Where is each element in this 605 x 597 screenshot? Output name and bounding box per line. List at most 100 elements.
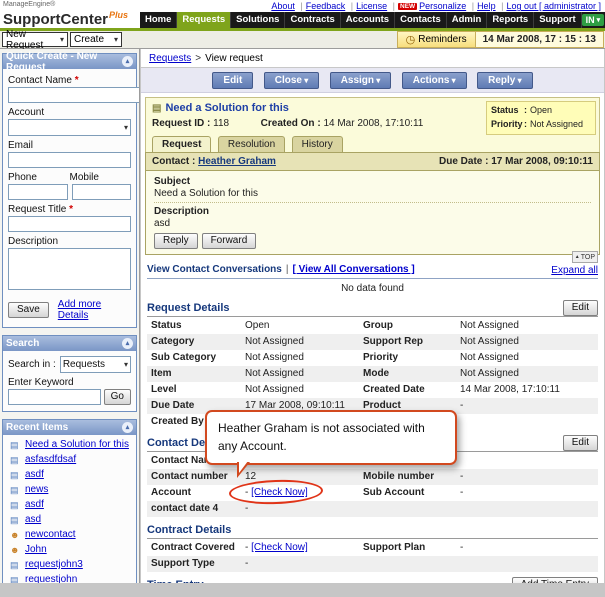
detail-value bbox=[456, 556, 598, 572]
nav-tab-support[interactable]: Support bbox=[534, 12, 582, 28]
recent-item-link[interactable]: asdf bbox=[25, 499, 44, 510]
detail-value: Not Assigned bbox=[245, 336, 304, 347]
mobile-input[interactable] bbox=[71, 184, 131, 200]
tab-resolution[interactable]: Resolution bbox=[217, 136, 286, 152]
nav-tab-requests[interactable]: Requests bbox=[177, 12, 232, 28]
dropdown-arrow-icon bbox=[60, 34, 64, 45]
search-panel: Search Search in : Requests Enter Keywor… bbox=[2, 335, 137, 412]
detail-label: Mode bbox=[363, 368, 390, 379]
account-value-cell: - [Check Now] bbox=[228, 478, 359, 506]
logo-plus-suffix: Plus bbox=[109, 10, 129, 20]
phone-input[interactable] bbox=[8, 184, 68, 200]
recent-item-link[interactable]: Need a Solution for this bbox=[25, 439, 129, 450]
detail-value: Not Assigned bbox=[460, 320, 519, 331]
recent-item-link[interactable]: John bbox=[25, 544, 47, 555]
panel-collapse-icon[interactable] bbox=[122, 422, 133, 433]
recent-items-panel: Recent Items Need a Solution for this as… bbox=[2, 419, 137, 583]
recent-item-link[interactable]: asfasdfdsaf bbox=[25, 454, 76, 465]
dropdown-arrow-icon bbox=[114, 34, 118, 45]
detail-label: contact date 4 bbox=[151, 503, 219, 514]
contract-check-now-link[interactable]: [Check Now] bbox=[251, 542, 308, 553]
reminders-button[interactable]: Reminders bbox=[396, 31, 476, 48]
panel-collapse-icon[interactable] bbox=[122, 338, 133, 349]
breadcrumb: Requests > View request bbox=[141, 49, 604, 68]
nav-tab-admin[interactable]: Admin bbox=[447, 12, 488, 28]
add-time-entry-button[interactable]: Add Time Entry bbox=[511, 577, 598, 583]
detail-label: Support Type bbox=[151, 558, 215, 569]
country-badge[interactable]: IN bbox=[581, 14, 605, 26]
back-to-top-button[interactable]: TOP bbox=[571, 251, 598, 263]
about-link[interactable]: About bbox=[271, 1, 295, 11]
save-button[interactable]: Save bbox=[8, 302, 49, 318]
detail-value: 14 Mar 2008, 17:10:11 bbox=[460, 384, 560, 395]
add-more-details-link[interactable]: Add more Details bbox=[58, 299, 131, 321]
view-all-conversations-link[interactable]: [ View All Conversations ] bbox=[292, 264, 414, 275]
logout-link[interactable]: Log out [ administrator ] bbox=[506, 1, 601, 11]
conversation-body: Subject Need a Solution for this Descrip… bbox=[145, 171, 600, 255]
quick-create-panel: Quick Create - New Request Contact Name … bbox=[2, 51, 139, 328]
nav-tab-home[interactable]: Home bbox=[140, 12, 178, 28]
assign-button[interactable]: Assign bbox=[329, 72, 392, 89]
nav-tab-solutions[interactable]: Solutions bbox=[231, 12, 286, 28]
recent-item-link[interactable]: news bbox=[25, 484, 48, 495]
due-date-label: Due Date : bbox=[439, 156, 489, 167]
search-in-select[interactable]: Requests bbox=[59, 356, 131, 373]
nav-tab-accounts[interactable]: Accounts bbox=[341, 12, 396, 28]
tab-request[interactable]: Request bbox=[152, 136, 212, 152]
dropdown-arrow-icon bbox=[124, 359, 128, 370]
contact-details-edit-button[interactable]: Edit bbox=[562, 435, 598, 451]
reply-button[interactable]: Reply bbox=[477, 72, 533, 89]
nav-tab-reports[interactable]: Reports bbox=[487, 12, 535, 28]
personalize-link[interactable]: Personalize bbox=[419, 1, 466, 11]
edit-button[interactable]: Edit bbox=[212, 72, 254, 89]
table-row: Contract Covered - [Check Now] Support P… bbox=[147, 540, 598, 556]
actions-button[interactable]: Actions bbox=[401, 72, 467, 89]
request-title-icon bbox=[152, 102, 161, 114]
recent-item-link[interactable]: newcontact bbox=[25, 529, 76, 540]
top-link-item: Feedback bbox=[297, 1, 345, 11]
recent-item-link[interactable]: asdf bbox=[25, 469, 44, 480]
view-conversations-heading: View Contact Conversations bbox=[147, 264, 282, 275]
new-request-dropdown[interactable]: New Request bbox=[2, 29, 68, 51]
conversations-bar: View Contact Conversations |[ View All Co… bbox=[147, 251, 598, 279]
expand-all-link[interactable]: Expand all bbox=[551, 265, 598, 276]
contact-name-input[interactable] bbox=[8, 87, 139, 103]
nav-tab-contracts[interactable]: Contracts bbox=[285, 12, 341, 28]
close-button[interactable]: Close bbox=[263, 72, 320, 89]
request-details-edit-button[interactable]: Edit bbox=[562, 300, 598, 316]
contract-details-title: Contract Details bbox=[147, 524, 598, 539]
recent-item-link[interactable]: requestjohn3 bbox=[25, 559, 83, 570]
detail-value: - bbox=[460, 542, 464, 553]
description-textarea[interactable] bbox=[8, 248, 131, 290]
breadcrumb-requests-link[interactable]: Requests bbox=[149, 53, 191, 64]
help-link[interactable]: Help bbox=[477, 1, 496, 11]
create-dropdown-label: Create bbox=[74, 34, 105, 45]
contact-label: Contact : bbox=[152, 156, 196, 167]
go-button[interactable]: Go bbox=[103, 389, 131, 405]
phone-mobile-inputs bbox=[8, 184, 131, 200]
reply-conversation-button[interactable]: Reply bbox=[154, 233, 198, 249]
recent-item-link[interactable]: requestjohn bbox=[25, 574, 77, 583]
email-field[interactable] bbox=[8, 152, 131, 168]
check-now-link[interactable]: [Check Now] bbox=[251, 487, 308, 498]
contract-details-section: Contract Details Contract Covered - [Che… bbox=[147, 524, 598, 572]
priority-label: Priority bbox=[491, 118, 523, 129]
recent-item-link[interactable]: asd bbox=[25, 514, 41, 525]
keyword-input[interactable] bbox=[8, 389, 101, 405]
account-select[interactable] bbox=[8, 119, 131, 136]
request-title-input[interactable] bbox=[8, 216, 131, 232]
panel-collapse-icon[interactable] bbox=[122, 56, 133, 67]
request-note-icon bbox=[10, 515, 21, 525]
detail-label: Mobile number bbox=[363, 471, 435, 482]
tab-history[interactable]: History bbox=[291, 136, 343, 152]
subject-label: Subject bbox=[154, 176, 191, 187]
contact-name-link[interactable]: Heather Graham bbox=[198, 156, 276, 167]
status-label: Status bbox=[491, 105, 519, 115]
license-link[interactable]: License bbox=[356, 1, 387, 11]
nav-tab-contacts[interactable]: Contacts bbox=[395, 12, 447, 28]
forward-conversation-button[interactable]: Forward bbox=[201, 233, 257, 249]
feedback-link[interactable]: Feedback bbox=[306, 1, 346, 11]
logo-brand-text: ManageEngine® bbox=[3, 1, 56, 8]
pipe-separator: | bbox=[285, 264, 289, 275]
create-dropdown[interactable]: Create bbox=[70, 32, 122, 47]
